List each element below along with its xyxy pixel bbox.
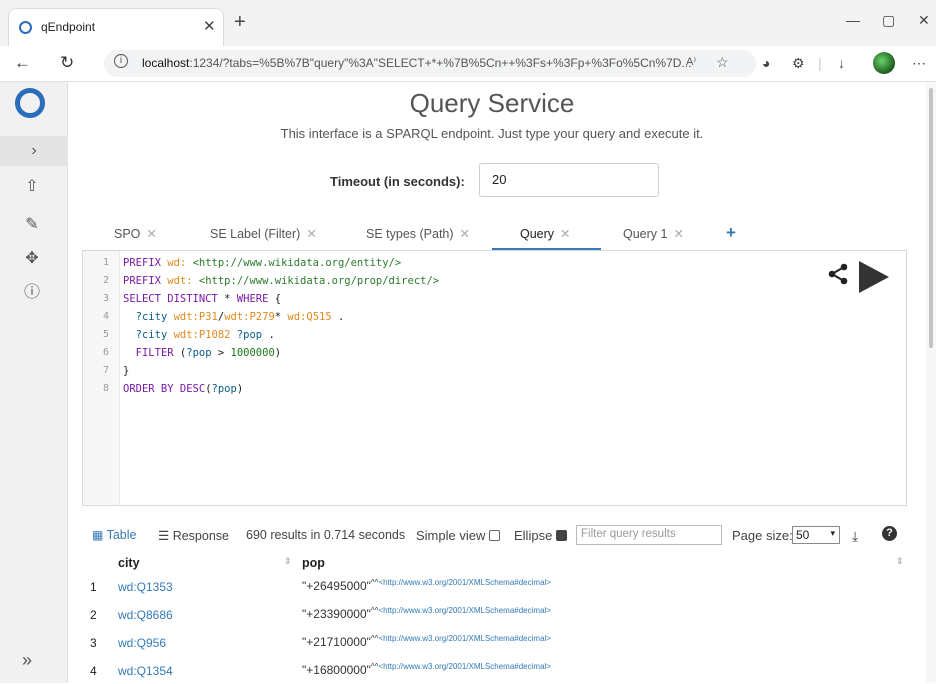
query-tabs: SPO ✕ SE Label (Filter) ✕ SE types (Path) ✕…: [98, 218, 858, 250]
table-row: 1 wd:Q1353 "+26495000"^^<http://www.w3.o…: [82, 576, 902, 600]
query-nav-icon[interactable]: ›: [0, 136, 68, 166]
city-link[interactable]: wd:Q1353: [118, 580, 173, 594]
app-sidebar: › ⇧ ✎ ✥ ⓘ »: [0, 82, 68, 683]
page-scrollbar[interactable]: [926, 82, 936, 683]
favorite-star-icon[interactable]: ☆: [716, 54, 729, 71]
new-tab-button[interactable]: +: [234, 12, 246, 32]
share-icon[interactable]: [827, 263, 849, 285]
datatype-link[interactable]: <http://www.w3.org/2001/XMLSchema#decima…: [378, 634, 551, 643]
close-tab-icon: ✕: [673, 227, 684, 241]
scrollbar-thumb[interactable]: [929, 88, 933, 348]
browser-tab[interactable]: qEndpoint ✕: [8, 8, 224, 46]
qendpoint-favicon: [19, 21, 32, 34]
browser-titlebar: qEndpoint ✕ + — ▢ ✕: [0, 0, 936, 46]
extension-panda-icon[interactable]: ◕: [762, 55, 770, 71]
close-tab-icon: ✕: [306, 227, 317, 241]
column-header-city[interactable]: city: [118, 556, 140, 570]
refresh-icon[interactable]: ↻: [60, 53, 74, 73]
response-view-tab[interactable]: ☰ Response: [158, 528, 229, 543]
close-tab-icon: ✕: [146, 227, 157, 241]
city-link[interactable]: wd:Q8686: [118, 608, 173, 622]
tab-spo[interactable]: SPO ✕: [114, 226, 157, 241]
maximize-button[interactable]: ▢: [882, 12, 895, 29]
back-icon[interactable]: ←: [14, 53, 31, 73]
pop-value: "+26495000"^^<http://www.w3.org/2001/XML…: [302, 578, 551, 593]
simple-view-checkbox: [489, 530, 501, 541]
table-row: 3 wd:Q956 "+21710000"^^<http://www.w3.or…: [82, 632, 902, 656]
profile-avatar[interactable]: [873, 52, 895, 74]
close-tab-icon: ✕: [459, 227, 471, 241]
list-icon: ☰: [158, 529, 170, 543]
chevron-down-icon: ▾: [830, 528, 835, 538]
help-icon[interactable]: ?: [882, 526, 897, 541]
minimize-button[interactable]: —: [846, 12, 860, 28]
qendpoint-logo[interactable]: [15, 88, 45, 118]
browser-tab-title: qEndpoint: [41, 20, 96, 34]
timeout-input[interactable]: 20: [479, 163, 659, 197]
tab-se-types-path[interactable]: SE types (Path) ✕: [366, 226, 470, 241]
page-size-select[interactable]: 50 ▾: [792, 526, 840, 544]
sort-icon[interactable]: ⇕: [284, 556, 292, 567]
ellipse-toggle[interactable]: Ellipse: [514, 528, 568, 543]
close-tab-icon: ✕: [560, 227, 571, 241]
tab-se-label-filter[interactable]: SE Label (Filter) ✕: [210, 226, 317, 241]
column-header-pop[interactable]: pop: [302, 556, 325, 570]
close-tab-icon[interactable]: ✕: [203, 17, 216, 35]
table-row: 4 wd:Q1354 "+16800000"^^<http://www.w3.o…: [82, 660, 902, 684]
close-window-button[interactable]: ✕: [918, 12, 930, 29]
pop-value: "+23390000"^^<http://www.w3.org/2001/XML…: [302, 606, 551, 621]
table-icon: ▦: [92, 528, 104, 542]
results-table-header: city ⇕ pop ⇕: [116, 554, 906, 576]
move-icon[interactable]: ✥: [10, 244, 54, 274]
results-summary: 690 results in 0.714 seconds: [246, 528, 406, 542]
read-aloud-icon[interactable]: A⁾: [686, 55, 696, 68]
city-link[interactable]: wd:Q956: [118, 636, 166, 650]
row-index: 3: [90, 636, 97, 650]
edit-icon[interactable]: ✎: [10, 210, 54, 240]
toolbar-divider: |: [818, 55, 822, 71]
extensions-icon[interactable]: ⚙: [792, 55, 805, 72]
tab-query-1[interactable]: Query 1 ✕: [623, 226, 684, 241]
page-title: Query Service: [409, 88, 575, 118]
pop-value: "+16800000"^^<http://www.w3.org/2001/XML…: [302, 662, 551, 677]
simple-view-toggle[interactable]: Simple view: [416, 528, 501, 543]
table-view-tab[interactable]: ▦ Table: [92, 528, 136, 542]
pop-value: "+21710000"^^<http://www.w3.org/2001/XML…: [302, 634, 551, 649]
url-text[interactable]: localhost:1234/?tabs=%5B%7B"query"%3A"SE…: [142, 56, 702, 70]
download-icon[interactable]: ⤓: [852, 528, 858, 545]
datatype-link[interactable]: <http://www.w3.org/2001/XMLSchema#decima…: [378, 662, 551, 671]
main-content: Query Service This interface is a SPARQL…: [68, 82, 924, 683]
city-link[interactable]: wd:Q1354: [118, 664, 173, 678]
page-size-label: Page size:: [732, 528, 793, 543]
table-row: 2 wd:Q8686 "+23390000"^^<http://www.w3.o…: [82, 604, 902, 628]
address-bar[interactable]: i localhost:1234/?tabs=%5B%7B"query"%3A"…: [104, 50, 756, 77]
ellipse-checkbox: [556, 530, 568, 541]
results-toolbar: ▦ Table ☰ Response 690 results in 0.714 …: [92, 524, 912, 548]
sort-icon[interactable]: ⇕: [896, 556, 904, 567]
row-index: 1: [90, 580, 97, 594]
datatype-link[interactable]: <http://www.w3.org/2001/XMLSchema#decima…: [378, 578, 551, 587]
downloads-icon[interactable]: ↓: [838, 55, 845, 71]
timeout-label: Timeout (in seconds):: [330, 174, 465, 189]
row-index: 2: [90, 608, 97, 622]
more-menu-icon[interactable]: ⋯: [912, 55, 926, 72]
line-number-gutter: [83, 251, 120, 505]
info-icon[interactable]: ⓘ: [10, 278, 54, 308]
page-subtitle: This interface is a SPARQL endpoint. Jus…: [280, 126, 704, 141]
filter-results-input[interactable]: Filter query results: [576, 525, 722, 545]
tab-query[interactable]: Query ✕: [492, 226, 600, 250]
query-editor[interactable]: 1 PREFIX wd: <http://www.wikidata.org/ent…: [82, 250, 907, 506]
upload-icon[interactable]: ⇧: [10, 172, 54, 202]
site-info-icon[interactable]: i: [114, 54, 128, 68]
run-query-button[interactable]: [859, 261, 889, 293]
row-index: 4: [90, 664, 97, 678]
datatype-link[interactable]: <http://www.w3.org/2001/XMLSchema#decima…: [378, 606, 551, 615]
address-row: ← ↻ i localhost:1234/?tabs=%5B%7B"query"…: [0, 46, 936, 82]
expand-sidebar-icon[interactable]: »: [22, 650, 32, 671]
add-tab-icon[interactable]: +: [726, 223, 736, 243]
